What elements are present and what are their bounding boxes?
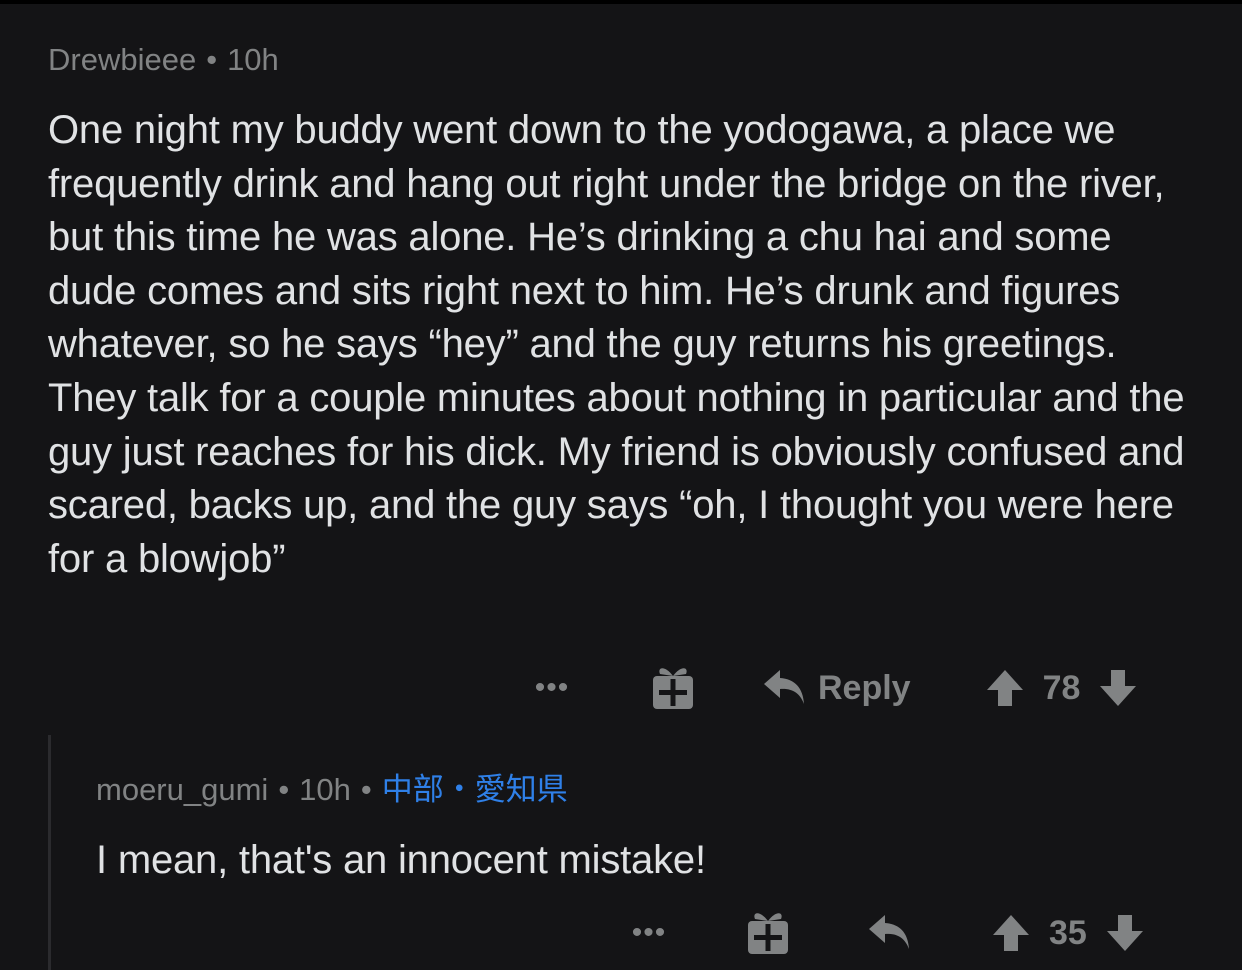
comment-moeru-gumi: moeru_gumi • 10h • 中部・愛知県 I mean, that's an … (96, 770, 1196, 888)
more-options-button[interactable]: ••• (522, 671, 582, 705)
downvote-arrow-icon[interactable] (1098, 668, 1138, 708)
meta-separator: • (360, 772, 372, 807)
reply-arrow-icon[interactable] (762, 668, 806, 708)
more-options-button[interactable]: ••• (619, 916, 679, 950)
vote-score: 35 (1049, 913, 1087, 952)
comment-body: One night my buddy went down to the yodo… (48, 108, 1185, 581)
reply-button[interactable]: Reply (818, 669, 911, 708)
vote-score: 78 (1042, 668, 1081, 707)
comment-actions: ••• 35 (619, 905, 1145, 961)
downvote-arrow-icon[interactable] (1105, 913, 1145, 953)
comment-time: 10h (227, 42, 279, 77)
gift-icon[interactable] (745, 910, 791, 956)
reply-arrow-icon[interactable] (867, 913, 911, 953)
comment-drewbieee: Drewbieee • 10h One night my buddy went do… (48, 40, 1198, 586)
upvote-arrow-icon[interactable] (985, 668, 1025, 708)
comment-actions: ••• Reply 78 (522, 660, 1138, 716)
top-edge-bar (0, 0, 1242, 4)
comment-time: 10h (299, 772, 351, 807)
upvote-arrow-icon[interactable] (991, 913, 1031, 953)
comment-meta: moeru_gumi • 10h • 中部・愛知県 (96, 770, 1196, 810)
gift-icon[interactable] (650, 665, 696, 711)
meta-separator: • (206, 42, 218, 77)
comment-author[interactable]: moeru_gumi (96, 772, 268, 807)
meta-separator: • (278, 772, 290, 807)
user-flair: 中部・愛知県 (381, 772, 568, 807)
thread-collapse-line[interactable] (48, 735, 51, 970)
comment-meta: Drewbieee • 10h (48, 40, 1198, 80)
comment-author[interactable]: Drewbieee (48, 42, 196, 77)
comment-body: I mean, that's an innocent mistake! (96, 838, 706, 882)
